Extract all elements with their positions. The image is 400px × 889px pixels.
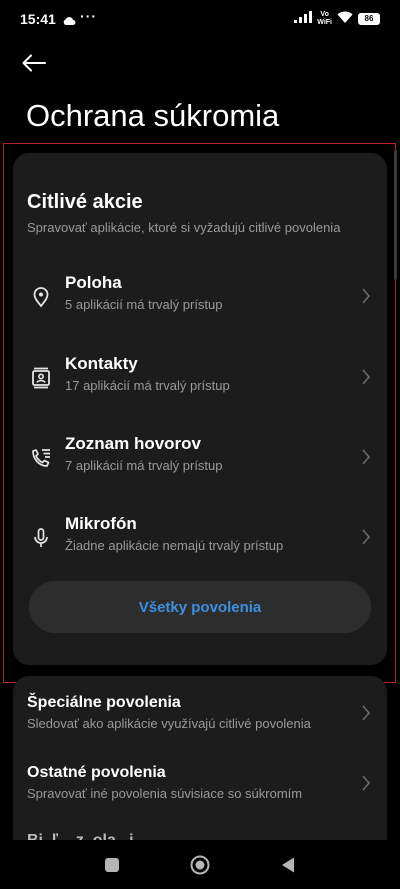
permission-label: Mikrofón — [65, 514, 137, 533]
list-item-desc: Sledovať ako aplikácie využívajú citlivé… — [27, 716, 311, 731]
permission-item-location[interactable]: Poloha 5 aplikácií má trvalý prístup — [13, 271, 387, 331]
card-title: Citlivé akcie — [27, 191, 143, 213]
list-item-other-permissions[interactable]: Ostatné povolenia Spravovať iné povoleni… — [13, 764, 387, 824]
permission-desc: Žiadne aplikácie nemajú trvalý prístup — [65, 538, 284, 553]
list-item-label: Ostatné povolenia — [27, 764, 166, 781]
microphone-icon — [29, 526, 53, 550]
status-time: 15:41 — [20, 11, 56, 27]
navigation-bar — [0, 840, 400, 889]
cloud-icon — [62, 13, 76, 31]
chevron-right-icon — [361, 368, 371, 386]
permission-label: Poloha — [65, 273, 122, 292]
chevron-right-icon — [361, 448, 371, 466]
permission-label: Kontakty — [65, 354, 138, 373]
status-bar: 15:41 ··· Vo WiFi 86 — [0, 0, 400, 40]
list-item-label: Špeciálne povolenia — [27, 694, 181, 711]
wifi-icon — [337, 10, 353, 28]
other-permissions-card: Špeciálne povolenia Sledovať ako aplikác… — [13, 676, 387, 856]
list-item-special-permissions[interactable]: Špeciálne povolenia Sledovať ako aplikác… — [13, 694, 387, 754]
recents-button[interactable] — [101, 854, 123, 876]
status-icons: Vo WiFi 86 — [294, 11, 380, 27]
triangle-back-icon — [282, 857, 294, 873]
permission-label: Zoznam hovorov — [65, 434, 202, 453]
list-item-desc: Spravovať iné povolenia súvisiace so súk… — [27, 786, 303, 801]
chevron-right-icon — [361, 528, 371, 546]
scrollbar[interactable] — [394, 150, 397, 280]
permission-item-contacts[interactable]: Kontakty 17 aplikácií má trvalý prístup — [13, 352, 387, 412]
page-title: Ochrana súkromia — [26, 98, 280, 133]
screen: 15:41 ··· Vo WiFi 86 Ochrana súkromia Ci… — [0, 0, 400, 889]
location-pin-icon — [29, 285, 53, 309]
chevron-right-icon — [361, 704, 371, 722]
back-button[interactable] — [22, 48, 58, 78]
contacts-icon — [29, 366, 53, 390]
card-subtitle: Spravovať aplikácie, ktoré si vyžadujú c… — [27, 220, 341, 235]
sensitive-actions-card: Citlivé akcie Spravovať aplikácie, ktoré… — [13, 153, 387, 665]
vowifi-indicator: Vo WiFi — [317, 11, 332, 27]
permission-desc: 17 aplikácií má trvalý prístup — [65, 378, 230, 393]
back-nav-button[interactable] — [277, 854, 299, 876]
arrow-left-icon — [22, 54, 46, 72]
square-icon — [105, 858, 119, 872]
chevron-right-icon — [361, 287, 371, 305]
home-button[interactable] — [189, 854, 211, 876]
all-permissions-button[interactable]: Všetky povolenia — [29, 581, 371, 633]
call-log-icon — [29, 446, 53, 470]
vowifi-wifi: WiFi — [317, 19, 332, 26]
permission-desc: 7 aplikácií má trvalý prístup — [65, 458, 223, 473]
signal-icon — [294, 10, 313, 28]
circle-icon — [190, 855, 210, 875]
permission-item-microphone[interactable]: Mikrofón Žiadne aplikácie nemajú trvalý … — [13, 512, 387, 572]
chevron-right-icon — [361, 774, 371, 792]
battery-indicator: 86 — [358, 13, 380, 25]
notification-dots: ··· — [80, 8, 97, 24]
permission-desc: 5 aplikácií má trvalý prístup — [65, 297, 223, 312]
permission-item-call-log[interactable]: Zoznam hovorov 7 aplikácií má trvalý prí… — [13, 432, 387, 492]
vowifi-vo: Vo — [320, 11, 329, 18]
